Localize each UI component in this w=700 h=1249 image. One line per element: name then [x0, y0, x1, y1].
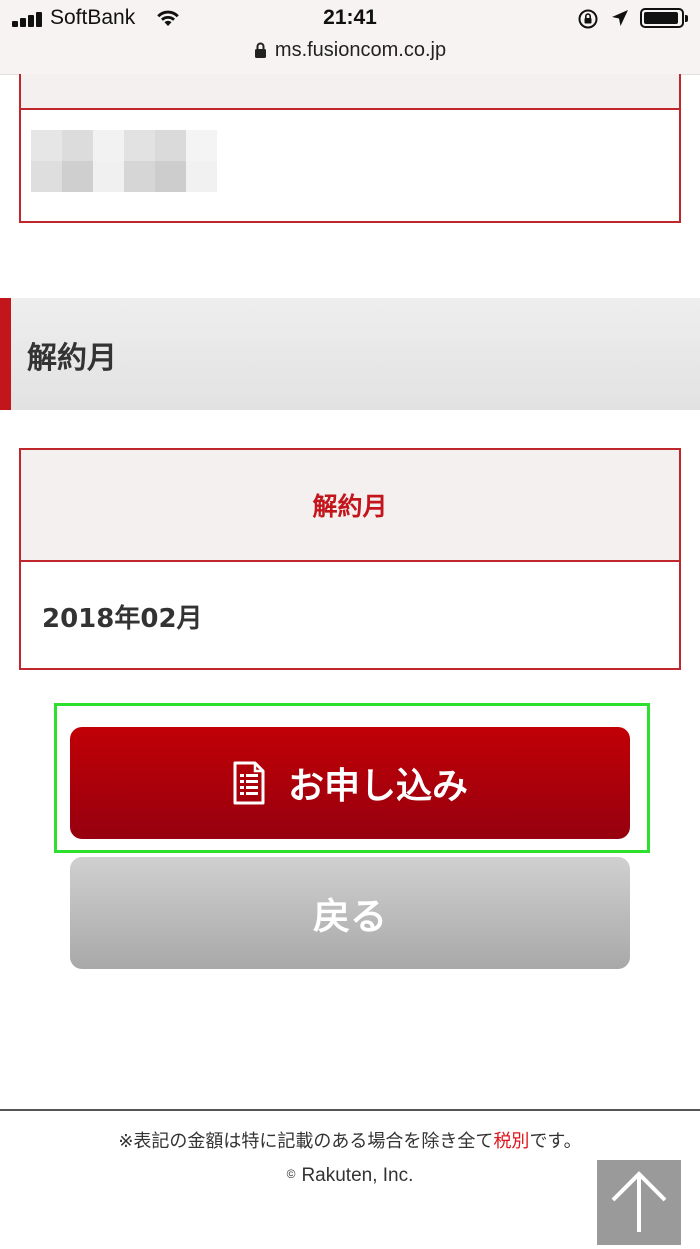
copyright: © Rakuten, Inc. [0, 1165, 700, 1187]
footer-divider [0, 1109, 700, 1111]
redacted-content [31, 130, 217, 192]
apply-button-label: お申し込み [287, 766, 468, 807]
battery-icon [640, 8, 688, 28]
cancellation-month-table: 解約月 2018年02月 [19, 448, 681, 670]
location-icon [612, 10, 628, 26]
url-text: ms.fusioncom.co.jp [274, 39, 447, 61]
url-bar[interactable]: ms.fusioncom.co.jp [0, 38, 700, 75]
rotation-lock-icon [578, 9, 598, 29]
tax-note: ※表記の金額は特に記載のある場合を除き全て税別です。 [0, 1127, 700, 1153]
tax-note-highlight: 税別 [493, 1131, 530, 1152]
apply-button[interactable]: お申し込み [70, 727, 630, 839]
tax-note-end: です。 [529, 1131, 582, 1152]
tax-note-text: ※表記の金額は特に記載のある場合を除き全て [118, 1131, 494, 1152]
table-cell-value: 2018年02月 [42, 603, 203, 634]
back-button-label: 戻る [313, 895, 387, 938]
lock-icon [254, 42, 266, 58]
previous-table-cell [19, 110, 681, 223]
section-heading: 解約月 [0, 298, 700, 410]
copyright-text: Rakuten, Inc. [301, 1165, 414, 1186]
section-heading-text: 解約月 [27, 341, 117, 376]
table-header: 解約月 [21, 450, 679, 562]
previous-table-header [19, 74, 681, 110]
back-to-top-button[interactable] [597, 1160, 681, 1245]
copyright-symbol: © [286, 1167, 296, 1181]
status-bar: SoftBank 21:41 [0, 0, 700, 38]
document-icon [233, 761, 265, 805]
back-button[interactable]: 戻る [70, 857, 630, 969]
arrow-up-icon [611, 1171, 667, 1232]
